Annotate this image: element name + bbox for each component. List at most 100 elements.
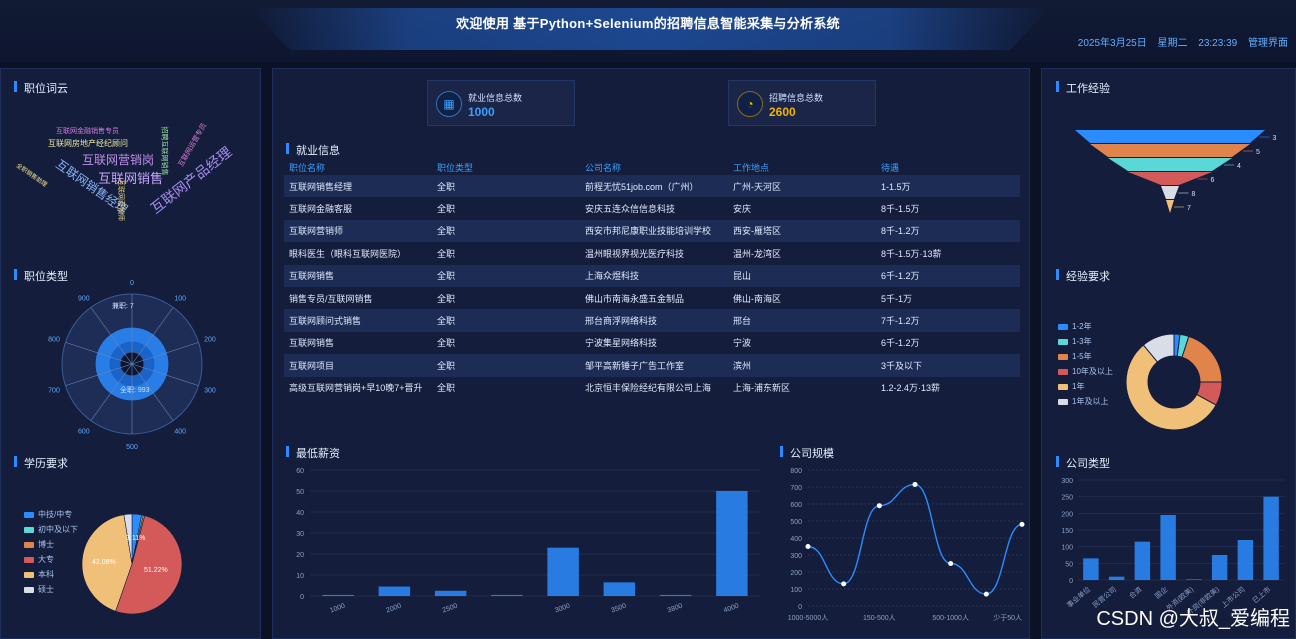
y-tick-label: 200 — [1061, 511, 1073, 518]
top-bar: 欢迎使用 基于Python+Selenium的招聘信息智能采集与分析系统 202… — [0, 0, 1296, 62]
stat-value: 1000 — [468, 105, 495, 119]
table-row[interactable]: 互联网金融客服 全职 安庆五连众信信息科技 安庆 8千-1.5万 — [284, 197, 1020, 220]
polar-tick-label: 700 — [48, 387, 60, 394]
funnel-segment — [1128, 172, 1212, 185]
polar-tick-label: 300 — [204, 387, 216, 394]
time-text: 23:23:39 — [1198, 38, 1238, 49]
legend-item[interactable]: 博士 — [24, 540, 78, 555]
data-point — [1019, 521, 1025, 527]
column-header[interactable]: 待遇 — [876, 159, 1020, 175]
table-row[interactable]: 互联网营销师 全职 西安市邦尼康职业技能培训学校 西安-雁塔区 8千-1.2万 — [284, 219, 1020, 243]
pie-label: 42.08% — [92, 559, 116, 566]
word: 互联网金融销售专员 — [56, 128, 119, 135]
weekday-text: 星期二 — [1157, 38, 1188, 49]
y-tick-label: 0 — [1069, 578, 1073, 585]
x-tick-label: 150-500人 — [863, 614, 896, 622]
table-cell: 5千-1万 — [876, 286, 1020, 310]
word: 招聘互联网销售 — [160, 126, 168, 176]
polar-tick-label: 500 — [126, 444, 138, 450]
x-tick-label: 事业单位 — [1065, 585, 1092, 610]
y-tick-label: 400 — [790, 536, 802, 543]
panel-title-wordcloud: 职位词云 — [14, 80, 68, 96]
word: 互联网营销岗 — [82, 153, 155, 167]
column-header[interactable]: 职位名称 — [284, 159, 432, 175]
legend-item[interactable]: 本科 — [24, 570, 78, 585]
x-tick-label: 3800 — [667, 603, 684, 615]
funnel-label: 3 — [1273, 135, 1277, 142]
building-icon: ▦ — [436, 91, 462, 117]
x-tick-label: 2500 — [442, 603, 459, 615]
table-row[interactable]: 互联网顾问式销售 全职 邢台商浮网络科技 邢台 7千-1.2万 — [284, 309, 1020, 332]
table-row[interactable]: 互联网销售 全职 宁波集星网络科技 宁波 6千-1.2万 — [284, 331, 1020, 355]
table-cell: 8千-1.2万 — [876, 219, 1020, 243]
table-cell: 8千-1.5万·13薪 — [876, 242, 1020, 265]
pie-label: 3.11% — [126, 535, 145, 542]
table-cell: 温州眼视界视光医疗科技 — [580, 242, 728, 265]
table-cell: 全职 — [432, 197, 580, 220]
table-cell: 宁波集星网络科技 — [580, 331, 728, 355]
x-tick-label: 少于50人 — [993, 614, 1022, 622]
x-tick-label: 3500 — [610, 603, 627, 615]
data-point — [948, 561, 954, 566]
stat-label: 就业信息总数 — [468, 93, 523, 103]
y-tick-label: 200 — [790, 570, 802, 577]
legend-item[interactable]: 1年 — [1058, 382, 1113, 397]
bar — [1134, 541, 1151, 580]
column-header[interactable]: 公司名称 — [580, 159, 728, 175]
y-tick-label: 300 — [790, 553, 802, 560]
table-cell: 全职 — [432, 376, 580, 399]
x-tick-label: 2000 — [385, 603, 402, 615]
y-tick-label: 800 — [790, 468, 802, 475]
table-row[interactable]: 互联网项目 全职 邹平高新锤子广告工作室 滨州 3千及以下 — [284, 354, 1020, 377]
table-cell: 安庆 — [728, 197, 876, 220]
stat-card-recruit: ◔ 招聘信息总数 2600 — [728, 80, 876, 126]
column-header[interactable]: 工作地点 — [728, 159, 876, 175]
column-header[interactable]: 职位类型 — [432, 159, 580, 175]
y-tick-label: 0 — [798, 604, 802, 611]
legend-item[interactable]: 大专 — [24, 555, 78, 570]
table-cell: 销售专员/互联网销售 — [284, 286, 432, 310]
legend-item[interactable]: 硕士 — [24, 585, 78, 600]
bar — [1211, 555, 1228, 580]
table-row[interactable]: 眼科医生（眼科互联网医院） 全职 温州眼视界视光医疗科技 温州-龙湾区 8千-1.5万·… — [284, 242, 1020, 265]
legend-item[interactable]: 1-2年 — [1058, 322, 1113, 337]
x-tick-label: 合资 — [1127, 585, 1144, 601]
bar — [1263, 496, 1279, 580]
polar-label-parttime: 兼职: 7 — [112, 301, 134, 310]
x-tick-label: 4000 — [723, 603, 740, 615]
legend-item[interactable]: 中技/中专 — [24, 510, 78, 525]
legend-item[interactable]: 10年及以上 — [1058, 367, 1113, 382]
table-cell: 上海-浦东新区 — [728, 376, 876, 399]
bar — [434, 590, 467, 596]
legend-item[interactable]: 1-5年 — [1058, 352, 1113, 367]
panel-title-company-type: 公司类型 — [1056, 455, 1110, 471]
table-cell: 全职 — [432, 264, 580, 287]
panel-title-education: 学历要求 — [14, 455, 68, 471]
legend-item[interactable]: 1年及以上 — [1058, 397, 1113, 412]
funnel-label: 5 — [1256, 149, 1260, 156]
work-exp-funnel-chart: 354687 — [1075, 130, 1277, 213]
legend-item[interactable]: 1-3年 — [1058, 337, 1113, 352]
panel-title-exp-req: 经验要求 — [1056, 268, 1110, 284]
page-title: 欢迎使用 基于Python+Selenium的招聘信息智能采集与分析系统 — [456, 16, 840, 31]
data-point — [983, 591, 989, 597]
table-row[interactable]: 互联网销售经理 全职 前程无忧51job.com（广州） 广州-天河区 1-1.5万 — [284, 175, 1020, 198]
table-row[interactable]: 高级互联网营销岗+早10晚7+晋升 全职 北京恒丰保险经纪有限公司上海 上海-浦东新区… — [284, 376, 1020, 399]
polar-tick-label: 100 — [174, 296, 186, 303]
admin-link[interactable]: 管理界面 — [1248, 38, 1288, 49]
date-text: 2025年3月25日 — [1077, 38, 1147, 49]
y-tick-label: 30 — [296, 531, 304, 538]
y-tick-label: 300 — [1061, 478, 1073, 485]
table-cell: 滨州 — [728, 354, 876, 377]
table-row[interactable]: 销售专员/互联网销售 全职 佛山市南海永盛五金制品 佛山-南海区 5千-1万 — [284, 286, 1020, 310]
word: 互联网房地产经纪顾问 — [48, 139, 128, 148]
education-pie-chart: 3.11% 51.22% 42.08% — [81, 513, 183, 615]
legend-item[interactable]: 初中及以下 — [24, 525, 78, 540]
table-row[interactable]: 互联网销售 全职 上海众煜科技 昆山 6千-1.2万 — [284, 264, 1020, 287]
funnel-segment — [1161, 186, 1179, 199]
data-point — [876, 503, 882, 509]
panel-title-work-exp: 工作经验 — [1056, 80, 1110, 96]
table-cell: 7千-1.2万 — [876, 309, 1020, 332]
table-cell: 广州-天河区 — [728, 175, 876, 198]
funnel-segment — [1075, 130, 1265, 143]
